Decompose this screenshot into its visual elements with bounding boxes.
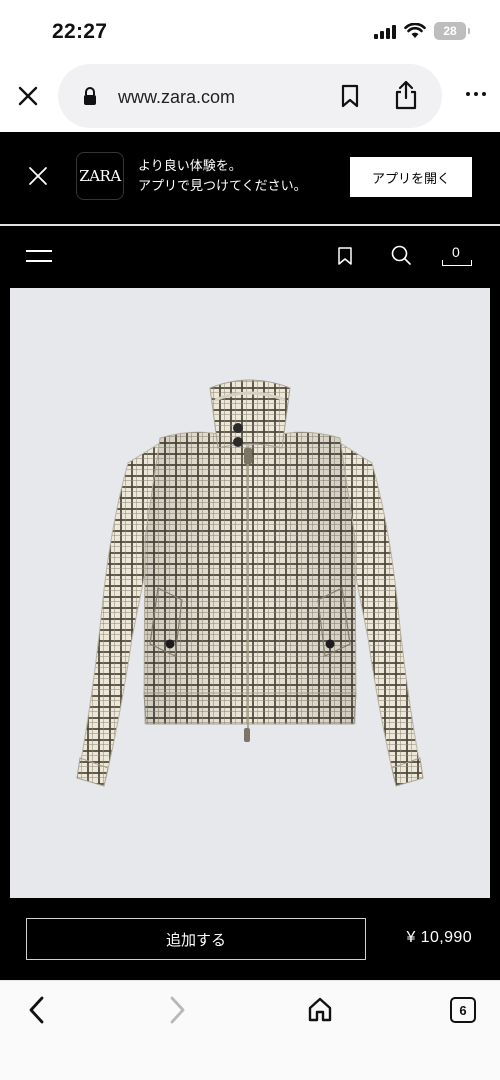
wishlist-bookmark-icon[interactable]: [336, 246, 354, 266]
browser-toolbar: 6: [0, 980, 500, 1080]
banner-line-2: アプリで見つけてください。: [138, 178, 307, 193]
banner-message: より良い体験を。 アプリで見つけてください。: [138, 156, 307, 196]
purchase-bar: 追加する ¥ 10,990: [0, 898, 500, 980]
app-logo-text: ZARA: [79, 167, 121, 185]
jacket-image: [76, 379, 424, 787]
back-arrow-icon[interactable]: [26, 995, 48, 1025]
cart-icon: [442, 260, 472, 266]
lock-icon: [84, 87, 96, 105]
tabs-button[interactable]: 6: [450, 997, 476, 1023]
status-time: 22:27: [52, 20, 108, 43]
search-icon[interactable]: [390, 244, 412, 266]
app-promo-banner: ZARA より良い体験を。 アプリで見つけてください。 アプリを開く: [0, 132, 500, 224]
wifi-icon: [404, 23, 426, 38]
battery-level: 28: [443, 24, 457, 38]
add-to-cart-button[interactable]: 追加する: [26, 918, 366, 960]
browser-address-bar: www.zara.com: [0, 62, 500, 132]
status-icons: 28: [374, 22, 470, 40]
zara-app-logo: ZARA: [76, 152, 124, 200]
product-price: ¥ 10,990: [406, 929, 472, 946]
home-icon[interactable]: [306, 995, 334, 1023]
menu-icon[interactable]: [26, 250, 52, 262]
status-bar: 22:27 28: [0, 0, 500, 62]
bookmark-icon[interactable]: [340, 84, 360, 108]
tab-count: 6: [459, 1002, 467, 1018]
close-tab-button[interactable]: [14, 82, 42, 110]
banner-close-icon[interactable]: [26, 164, 50, 188]
url-field[interactable]: www.zara.com: [58, 64, 442, 128]
cart-button[interactable]: 0: [442, 244, 472, 266]
more-options-icon[interactable]: [466, 92, 486, 96]
close-icon: [18, 86, 38, 106]
share-icon[interactable]: [393, 80, 419, 110]
battery-indicator: 28: [434, 22, 470, 40]
cellular-signal-icon: [374, 23, 396, 39]
product-image-area: [0, 288, 500, 898]
forward-arrow-icon[interactable]: [166, 995, 188, 1025]
banner-line-1: より良い体験を。: [138, 158, 242, 173]
url-text: www.zara.com: [118, 87, 236, 107]
cart-count: 0: [452, 244, 460, 260]
product-photo[interactable]: [10, 288, 490, 898]
site-header: 0: [0, 226, 500, 288]
open-app-button[interactable]: アプリを開く: [350, 157, 472, 197]
